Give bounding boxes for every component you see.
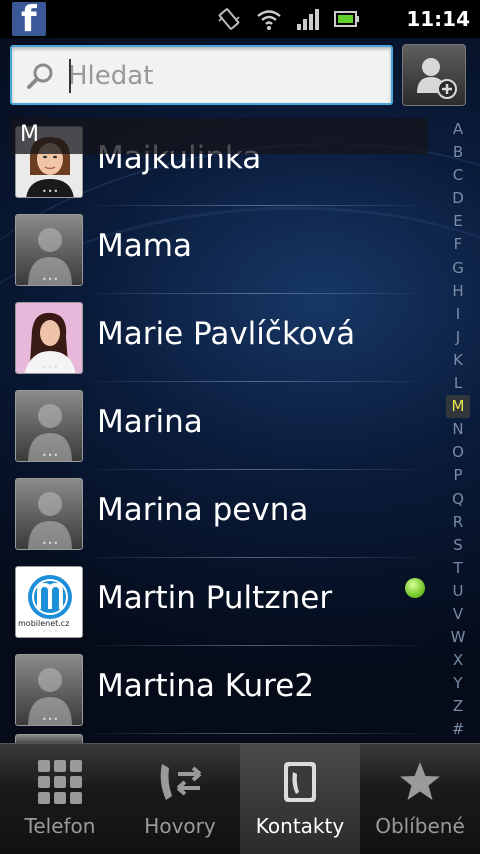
battery-icon [334, 11, 359, 27]
index-letter[interactable]: S [446, 534, 470, 557]
alphabet-index[interactable]: A B C D E F G H I J K L M N O P Q R S T U V W X Y Z # [446, 118, 470, 742]
star-icon [400, 762, 440, 800]
index-letter[interactable]: A [446, 118, 470, 141]
tab-telefon[interactable]: Telefon [0, 744, 120, 854]
dialpad-icon [38, 760, 82, 804]
contact-name: Marie Pavlíčková [97, 316, 356, 352]
add-contact-button[interactable] [402, 44, 466, 106]
contact-photo[interactable]: mobilenet.cz ••• [15, 566, 83, 638]
signal-icon [297, 9, 319, 30]
index-letter[interactable]: # [446, 718, 470, 741]
vibrate-icon [218, 8, 240, 30]
contacts-icon [284, 762, 316, 802]
contact-photo[interactable]: ••• [15, 302, 83, 374]
tab-label: Oblíbené [375, 814, 465, 838]
text-caret [69, 59, 71, 93]
default-avatar-icon[interactable]: ••• [15, 390, 83, 462]
index-letter[interactable]: I [446, 303, 470, 326]
status-time: 11:14 [406, 7, 470, 31]
search-icon [27, 63, 53, 89]
index-letter[interactable]: K [446, 349, 470, 372]
index-letter[interactable]: R [446, 511, 470, 534]
status-icons [216, 6, 360, 32]
tab-label: Telefon [24, 814, 96, 838]
tab-oblibene[interactable]: Oblíbené [360, 744, 480, 854]
index-letter[interactable]: Y [446, 672, 470, 695]
contact-name: Marina pevna [97, 492, 309, 528]
online-status-icon [405, 578, 425, 598]
facebook-icon: f [12, 2, 46, 36]
index-letter[interactable]: E [446, 210, 470, 233]
index-letter[interactable]: V [446, 603, 470, 626]
default-avatar-icon[interactable]: ••• [15, 214, 83, 286]
index-letter[interactable]: Z [446, 695, 470, 718]
index-letter[interactable]: L [446, 372, 470, 395]
contact-name: Martina Kure2 [97, 668, 315, 704]
contact-name: Marina [97, 404, 203, 440]
index-letter[interactable]: B [446, 141, 470, 164]
index-letter[interactable]: T [446, 557, 470, 580]
tab-bar: Telefon Hovory Kontakty Oblíbené [0, 743, 480, 854]
contact-row[interactable]: ••• Martina Kure2 [0, 646, 440, 734]
contact-row[interactable]: ••• Marina [0, 382, 440, 470]
tab-hovory[interactable]: Hovory [120, 744, 240, 854]
index-letter[interactable]: Q [446, 488, 470, 511]
index-letter[interactable]: O [446, 441, 470, 464]
contact-row[interactable]: ••• Marie Pavlíčková [0, 294, 440, 382]
search-box[interactable] [10, 45, 393, 105]
index-letter[interactable]: F [446, 233, 470, 256]
search-input[interactable] [68, 53, 378, 99]
tab-label: Kontakty [255, 814, 345, 838]
index-letter[interactable]: D [446, 187, 470, 210]
index-letter[interactable]: W [446, 626, 470, 649]
call-log-icon [160, 764, 202, 800]
add-contact-icon [417, 58, 457, 99]
contact-row[interactable]: mobilenet.cz ••• Martin Pultzner [0, 558, 440, 646]
default-avatar-icon[interactable]: ••• [15, 478, 83, 550]
default-avatar-icon[interactable]: ••• [15, 654, 83, 726]
index-letter[interactable]: N [446, 418, 470, 441]
section-letter: M [20, 122, 39, 147]
contact-name: Mama [97, 228, 192, 264]
contact-row[interactable]: ••• Mama [0, 206, 440, 294]
contact-name: Martin Pultzner [97, 580, 333, 616]
index-letter[interactable]: X [446, 649, 470, 672]
index-letter[interactable]: J [446, 326, 470, 349]
index-letter[interactable]: H [446, 280, 470, 303]
status-bar: f 11:14 [0, 0, 480, 38]
index-letter[interactable]: M [446, 395, 470, 419]
contact-row[interactable]: ••• Marina pevna [0, 470, 440, 558]
wifi-icon [257, 10, 281, 30]
tab-kontakty[interactable]: Kontakty [240, 744, 360, 854]
tab-label: Hovory [144, 814, 216, 838]
index-letter[interactable]: U [446, 580, 470, 603]
index-letter[interactable]: G [446, 257, 470, 280]
index-letter[interactable]: C [446, 164, 470, 187]
section-header: M [10, 118, 428, 154]
index-letter[interactable]: P [446, 464, 470, 487]
